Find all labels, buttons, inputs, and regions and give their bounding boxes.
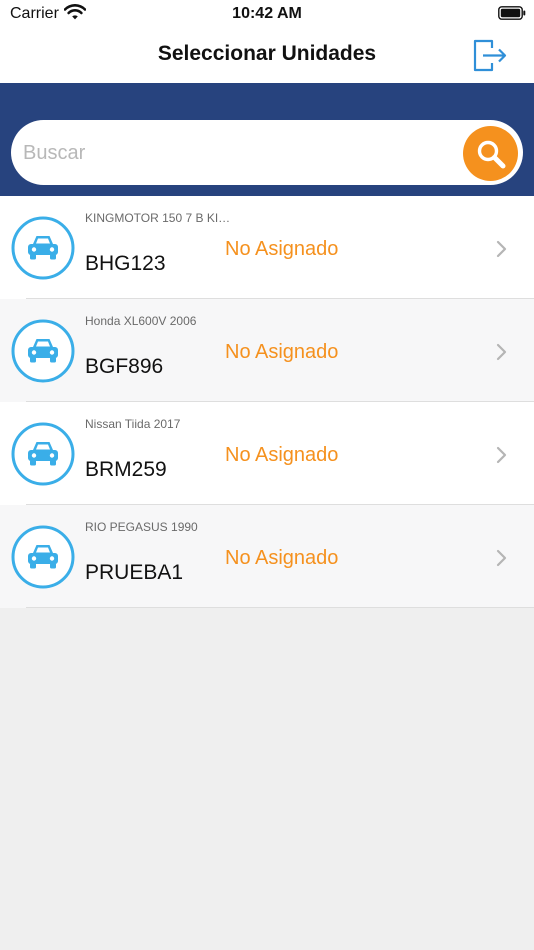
list-item[interactable]: Nissan Tiida 2017 BRM259 No Asignado: [0, 402, 534, 505]
car-icon: [11, 216, 75, 280]
unit-model: RIO PEGASUS 1990: [85, 520, 198, 534]
list-item[interactable]: RIO PEGASUS 1990 PRUEBA1 No Asignado: [0, 505, 534, 608]
unit-status: No Asignado: [225, 547, 339, 569]
list-item[interactable]: Honda XL600V 2006 BGF896 No Asignado: [0, 299, 534, 402]
unit-plate: BRM259: [85, 458, 167, 481]
page-title: Seleccionar Unidades: [157, 42, 377, 65]
unit-plate: BGF896: [85, 355, 164, 378]
unit-status: No Asignado: [225, 238, 339, 260]
search-icon: [477, 140, 506, 169]
unit-model: KINGMOTOR 150 7 B KI…: [85, 211, 231, 225]
chevron-right-icon: [496, 446, 507, 464]
navigation-bar: Seleccionar Unidades: [0, 28, 534, 83]
logout-icon: [473, 39, 507, 72]
divider: [26, 607, 534, 608]
list-item[interactable]: KINGMOTOR 150 7 B KI… BHG123 No Asignado: [0, 196, 534, 299]
chevron-right-icon: [496, 343, 507, 361]
status-bar: Carrier 10:42 AM: [0, 0, 534, 28]
car-icon: [11, 525, 75, 589]
chevron-right-icon: [496, 549, 507, 567]
search-input[interactable]: [21, 130, 455, 176]
battery-icon: [498, 6, 526, 20]
car-icon: [11, 319, 75, 383]
unit-model: Nissan Tiida 2017: [85, 417, 181, 431]
unit-status: No Asignado: [225, 444, 339, 466]
units-list: KINGMOTOR 150 7 B KI… BHG123 No Asignado…: [0, 196, 534, 608]
search-box: [11, 120, 523, 185]
car-icon: [11, 422, 75, 486]
chevron-right-icon: [496, 240, 507, 258]
clock: 10:42 AM: [232, 5, 302, 22]
logout-button[interactable]: [472, 37, 508, 73]
unit-model: Honda XL600V 2006: [85, 314, 197, 328]
search-button[interactable]: [463, 126, 518, 181]
unit-plate: PRUEBA1: [85, 561, 184, 584]
unit-status: No Asignado: [225, 341, 339, 363]
search-section: [0, 83, 534, 196]
unit-plate: BHG123: [85, 252, 166, 275]
